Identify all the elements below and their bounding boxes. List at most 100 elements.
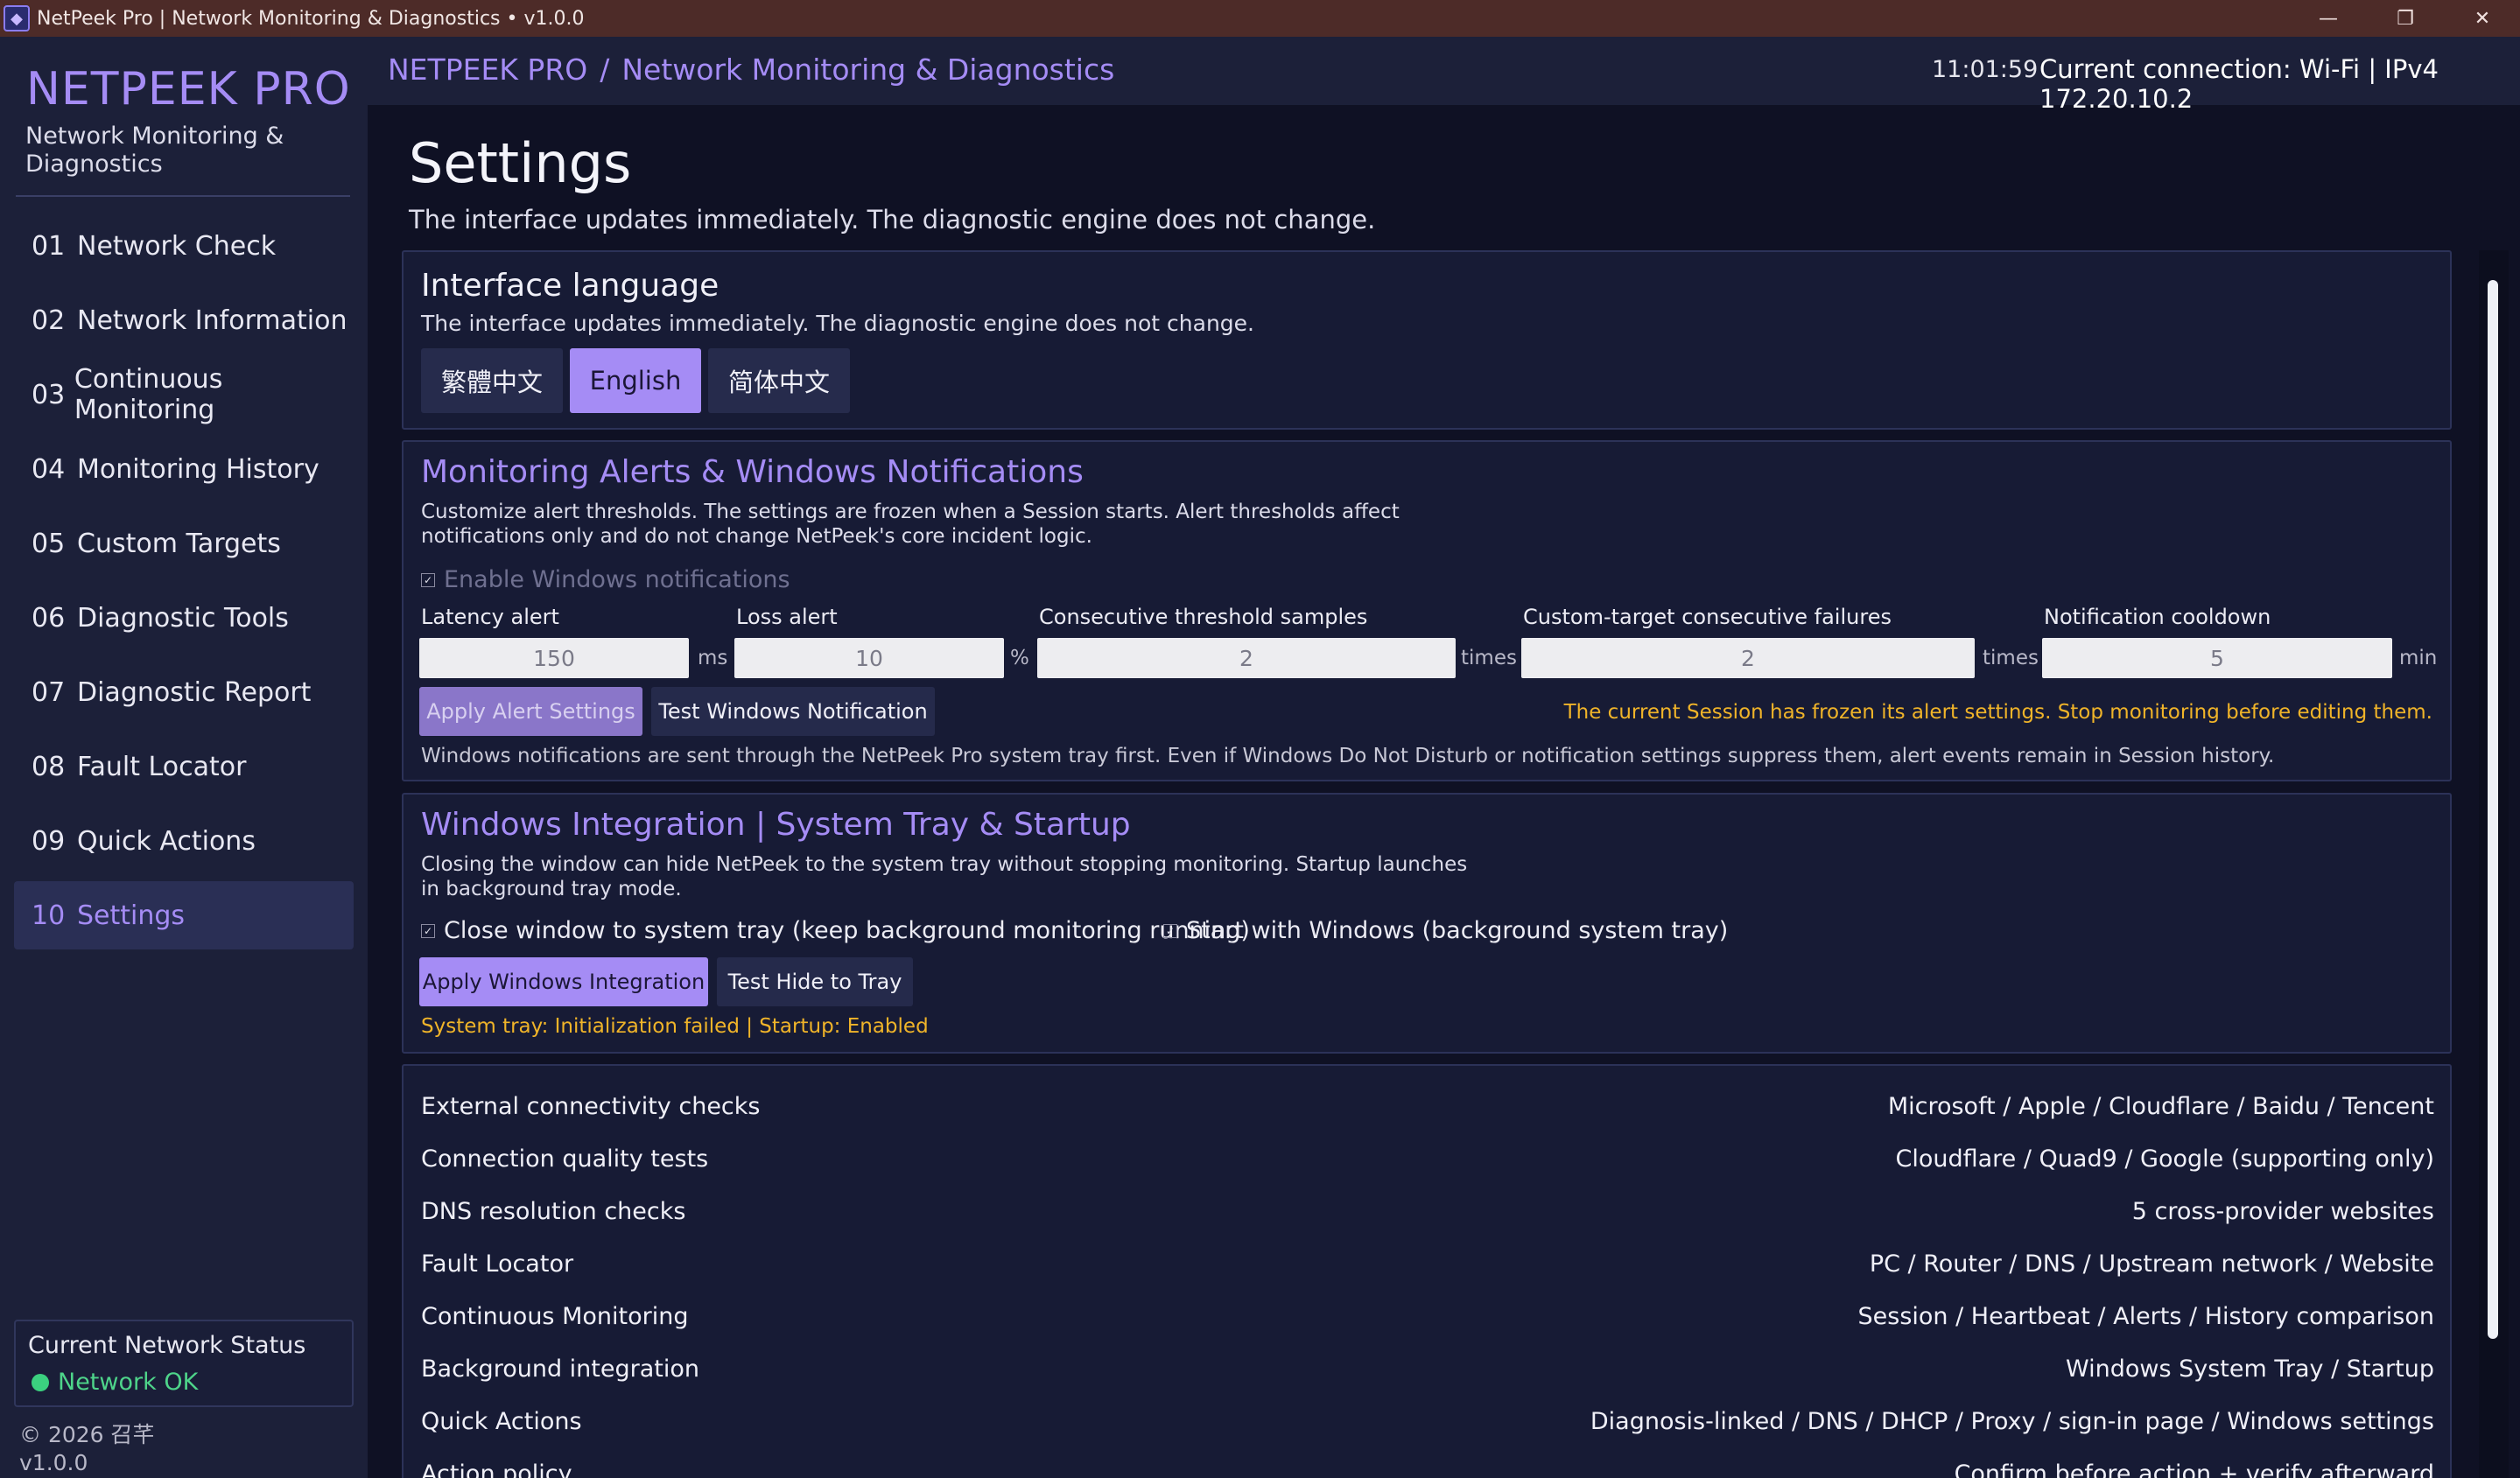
page-title: Settings <box>409 131 632 195</box>
sidebar-item-label: Settings <box>77 900 186 931</box>
sidebar-item-diagnostic-tools[interactable]: 06 Diagnostic Tools <box>14 584 354 652</box>
language-option-english[interactable]: English <box>570 348 701 413</box>
sidebar-item-label: Monitoring History <box>77 453 319 485</box>
info-row-value: Windows System Tray / Startup <box>2066 1355 2434 1383</box>
language-option-traditional-chinese[interactable]: 繁體中文 <box>421 348 563 413</box>
info-row-key: Quick Actions <box>421 1407 582 1435</box>
sidebar-item-number: 07 <box>32 676 66 708</box>
threshold-samples-label: Consecutive threshold samples <box>1039 605 1368 629</box>
sidebar-item-number: 01 <box>32 230 66 262</box>
close-icon[interactable]: ✕ <box>2446 0 2519 37</box>
apply-windows-integration-button[interactable]: Apply Windows Integration <box>419 957 708 1006</box>
alerts-desc: Customize alert thresholds. The settings… <box>421 500 1400 549</box>
sidebar-divider <box>16 195 350 197</box>
checkbox-icon: ✓ <box>421 923 435 938</box>
enable-notifications-label: Enable Windows notifications <box>444 566 790 593</box>
language-card: Interface language The interface updates… <box>402 250 2452 430</box>
sidebar-item-number: 05 <box>32 528 66 559</box>
sidebar-item-network-check[interactable]: 01 Network Check <box>14 212 354 280</box>
custom-target-failures-input[interactable]: 2 <box>1521 638 1975 678</box>
info-row-key: DNS resolution checks <box>421 1197 686 1225</box>
sidebar-item-monitoring-history[interactable]: 04 Monitoring History <box>14 435 354 503</box>
info-row: Continuous Monitoring Session / Heartbeat… <box>421 1290 2434 1342</box>
close-to-tray-checkbox[interactable]: ✓ Close window to system tray (keep back… <box>421 917 1250 944</box>
copyright-block: © 2026 召芊 v1.0.0 <box>19 1421 155 1477</box>
sidebar-item-label: Network Information <box>77 305 347 336</box>
info-row-value: PC / Router / DNS / Upstream network / W… <box>1869 1250 2434 1278</box>
integration-desc-line1: Closing the window can hide NetPeek to t… <box>421 853 1468 876</box>
sidebar-item-continuous-monitoring[interactable]: 03 Continuous Monitoring <box>14 361 354 429</box>
info-row-key: Background integration <box>421 1355 699 1383</box>
sidebar-item-number: 03 <box>32 379 66 410</box>
minimize-icon[interactable]: — <box>2292 0 2365 37</box>
sidebar-item-number: 06 <box>32 602 66 634</box>
sidebar-item-label: Continuous Monitoring <box>74 364 223 425</box>
alerts-desc-line2: notifications only and do not change Net… <box>421 525 1092 548</box>
info-row-value: Session / Heartbeat / Alerts / History c… <box>1857 1302 2434 1330</box>
info-row: Quick Actions Diagnosis-linked / DNS / DH… <box>421 1395 2434 1447</box>
scrollbar-thumb[interactable] <box>2488 280 2498 1339</box>
sidebar-item-settings[interactable]: 10 Settings <box>14 881 354 949</box>
language-option-simplified-chinese[interactable]: 简体中文 <box>708 348 850 413</box>
sidebar-item-number: 04 <box>32 453 66 485</box>
integration-heading: Windows Integration | System Tray & Star… <box>421 807 1131 843</box>
integration-desc-line2: in background tray mode. <box>421 878 682 900</box>
sidebar-item-fault-locator[interactable]: 08 Fault Locator <box>14 732 354 801</box>
info-row-key: Fault Locator <box>421 1250 574 1278</box>
sidebar-item-label: Quick Actions <box>77 825 256 857</box>
sidebar-item-number: 02 <box>32 305 66 336</box>
sidebar-item-diagnostic-report[interactable]: 07 Diagnostic Report <box>14 658 354 726</box>
copyright-text: © 2026 召芊 <box>19 1422 155 1447</box>
sidebar-item-quick-actions[interactable]: 09 Quick Actions <box>14 807 354 875</box>
custom-target-failures-unit: times <box>1983 647 2039 669</box>
alerts-desc-line1: Customize alert thresholds. The settings… <box>421 501 1400 523</box>
sidebar-item-custom-targets[interactable]: 05 Custom Targets <box>14 509 354 578</box>
test-hide-to-tray-button[interactable]: Test Hide to Tray <box>717 957 913 1006</box>
test-windows-notification-button[interactable]: Test Windows Notification <box>651 687 935 736</box>
sidebar-item-label: Diagnostic Report <box>77 676 312 708</box>
loss-alert-unit: % <box>1010 647 1029 669</box>
latency-alert-input[interactable]: 150 <box>419 638 689 678</box>
network-status-title: Current Network Status <box>28 1332 306 1359</box>
info-row: DNS resolution checks 5 cross-provider we… <box>421 1185 2434 1237</box>
sidebar-item-network-information[interactable]: 02 Network Information <box>14 286 354 354</box>
latency-alert-unit: ms <box>698 647 728 669</box>
info-row-key: Connection quality tests <box>421 1145 709 1173</box>
restore-icon[interactable]: ❐ <box>2369 0 2442 37</box>
checkbox-icon: ✓ <box>1163 923 1177 938</box>
breadcrumb-root[interactable]: NETPEEK PRO <box>388 53 587 87</box>
checkbox-icon: ✓ <box>421 572 435 587</box>
sidebar-item-number: 10 <box>32 900 66 931</box>
apply-alert-settings-button[interactable]: Apply Alert Settings <box>419 687 642 736</box>
brand-title: NETPEEK PRO <box>26 63 351 116</box>
alerts-footnote: Windows notifications are sent through t… <box>421 745 2275 767</box>
enable-notifications-checkbox[interactable]: ✓ Enable Windows notifications <box>421 566 790 593</box>
custom-target-failures-label: Custom-target consecutive failures <box>1523 605 1892 629</box>
info-row: External connectivity checks Microsoft / … <box>421 1080 2434 1132</box>
close-to-tray-label: Close window to system tray (keep backgr… <box>444 917 1250 944</box>
start-with-windows-label: Start with Windows (background system tr… <box>1186 917 1729 944</box>
loss-alert-input[interactable]: 10 <box>734 638 1004 678</box>
network-status-text: Network OK <box>58 1369 199 1396</box>
integration-status: System tray: Initialization failed | Sta… <box>421 1015 929 1038</box>
start-with-windows-checkbox[interactable]: ✓ Start with Windows (background system … <box>1163 917 1728 944</box>
sidebar-item-label: Network Check <box>77 230 277 262</box>
info-row-value: Confirm before action + verify afterward <box>1954 1460 2434 1478</box>
info-row-key: Action policy <box>421 1460 572 1478</box>
network-status-panel: Current Network Status Network OK <box>14 1320 354 1407</box>
info-row-key: External connectivity checks <box>421 1092 761 1120</box>
brand-subtitle: Network Monitoring & Diagnostics <box>25 123 284 178</box>
info-row-value: Microsoft / Apple / Cloudflare / Baidu /… <box>1887 1092 2434 1120</box>
notification-cooldown-unit: min <box>2399 647 2438 669</box>
info-row-value: 5 cross-provider websites <box>2131 1197 2434 1225</box>
clock: 11:01:59 <box>1932 56 2039 83</box>
notification-cooldown-label: Notification cooldown <box>2044 605 2271 629</box>
language-desc: The interface updates immediately. The d… <box>421 311 1254 336</box>
info-row: Fault Locator PC / Router / DNS / Upstrea… <box>421 1237 2434 1290</box>
capabilities-card: External connectivity checks Microsoft / … <box>402 1064 2452 1478</box>
alerts-frozen-warning: The current Session has frozen its alert… <box>1563 701 2432 724</box>
notification-cooldown-input[interactable]: 5 <box>2042 638 2392 678</box>
alerts-card: Monitoring Alerts & Windows Notification… <box>402 440 2452 781</box>
info-row-key: Continuous Monitoring <box>421 1302 689 1330</box>
threshold-samples-input[interactable]: 2 <box>1037 638 1456 678</box>
